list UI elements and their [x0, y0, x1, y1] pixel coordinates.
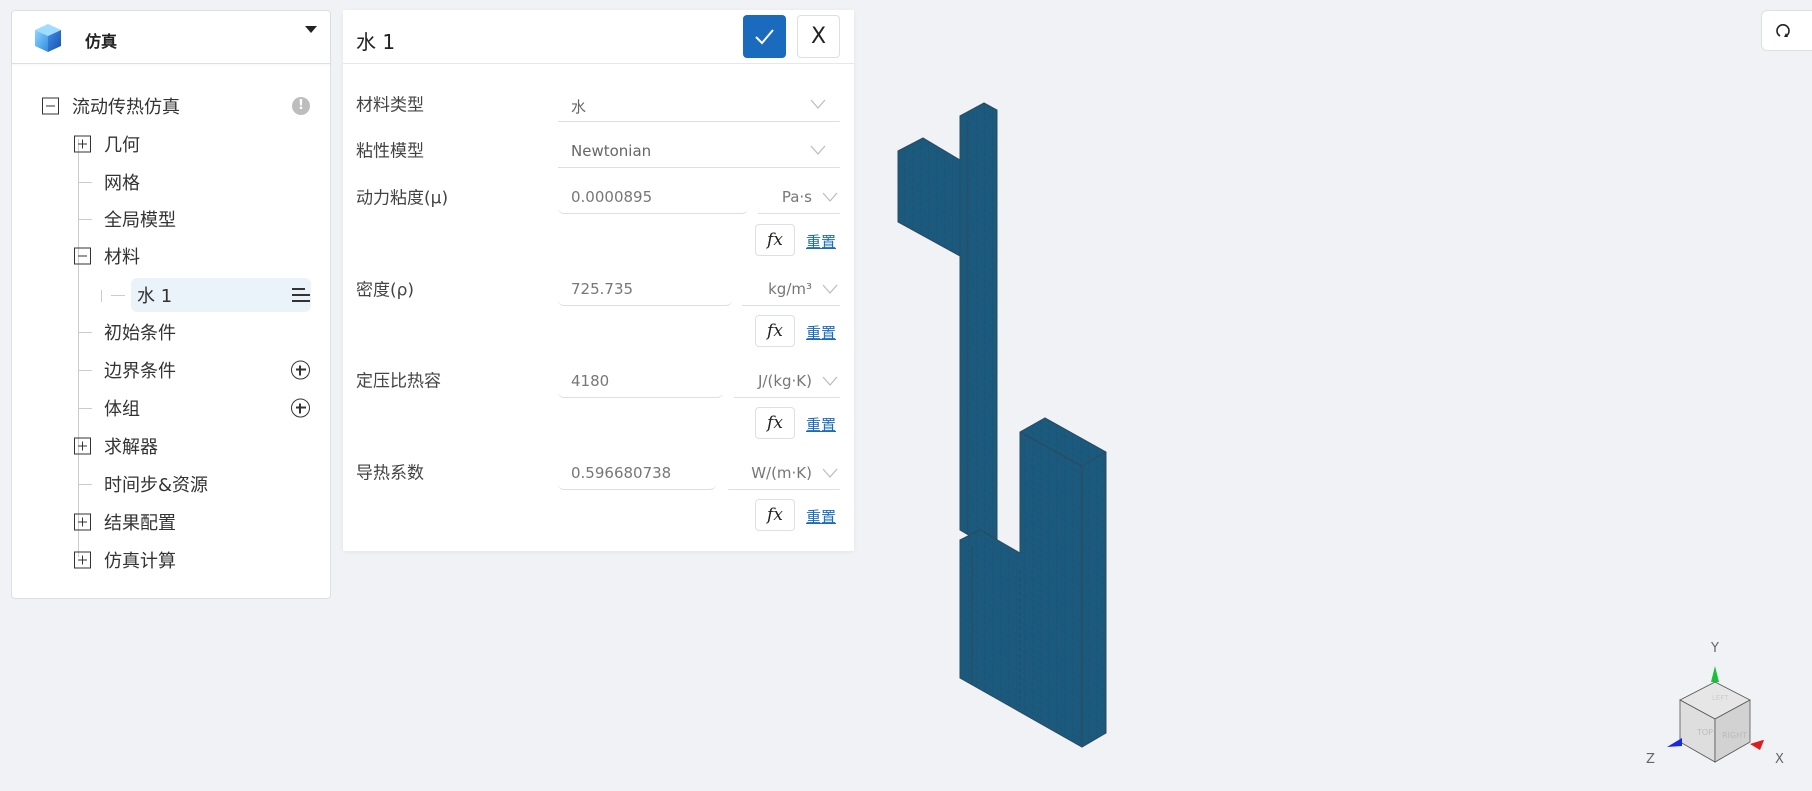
- rotate-reset-icon: [1776, 24, 1790, 37]
- cube-label-top: TOP: [1696, 728, 1713, 737]
- model-face: [959, 102, 998, 553]
- y-axis-label: Y: [1710, 641, 1719, 656]
- 3d-viewport[interactable]: TOP RIGHT LEFT Y X Z: [0, 0, 1812, 791]
- cube-label-right: RIGHT: [1722, 731, 1747, 740]
- cube-label-left: LEFT: [1712, 694, 1729, 702]
- y-axis-arrow-icon: [1711, 666, 1719, 682]
- x-axis-arrow-icon: [1750, 740, 1764, 750]
- model-face: [897, 137, 961, 257]
- z-axis-label: Z: [1646, 752, 1655, 767]
- geometry-model[interactable]: [897, 102, 1107, 748]
- x-axis-label: X: [1775, 752, 1784, 767]
- reset-view-button[interactable]: [1761, 10, 1812, 51]
- orientation-cube[interactable]: TOP RIGHT LEFT Y X Z: [1646, 641, 1784, 767]
